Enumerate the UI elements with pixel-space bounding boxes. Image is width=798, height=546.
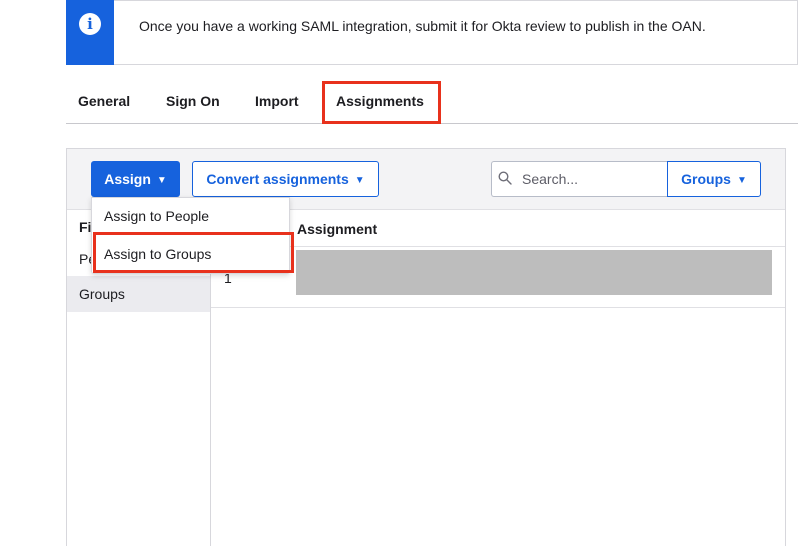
search-icon [498,171,512,185]
info-banner-message: Once you have a working SAML integration… [139,18,706,34]
search-filter-select[interactable]: Groups ▼ [667,161,761,197]
caret-down-icon: ▼ [736,175,747,186]
convert-assignments-label: Convert assignments [206,171,349,187]
info-icon: i [79,13,101,35]
tab-sign-on[interactable]: Sign On [166,93,220,109]
convert-assignments-button[interactable]: Convert assignments ▼ [192,161,379,197]
assign-button-label: Assign [104,171,151,187]
assign-button[interactable]: Assign ▼ [91,161,180,197]
assign-to-groups-highlight [93,232,294,273]
tab-import[interactable]: Import [255,93,299,109]
caret-down-icon: ▼ [156,175,167,186]
search-filter-label: Groups [681,171,731,187]
search-input[interactable] [522,170,662,188]
column-header-assignment: Assignment [297,221,378,237]
menu-item-assign-to-people[interactable]: Assign to People [92,198,289,235]
redacted-content [296,250,772,295]
filter-groups[interactable]: Groups [67,276,210,312]
tab-general[interactable]: General [78,93,130,109]
tab-assignments-highlight [322,81,441,124]
caret-down-icon: ▼ [354,175,365,186]
filters-heading: Fi [79,219,92,235]
